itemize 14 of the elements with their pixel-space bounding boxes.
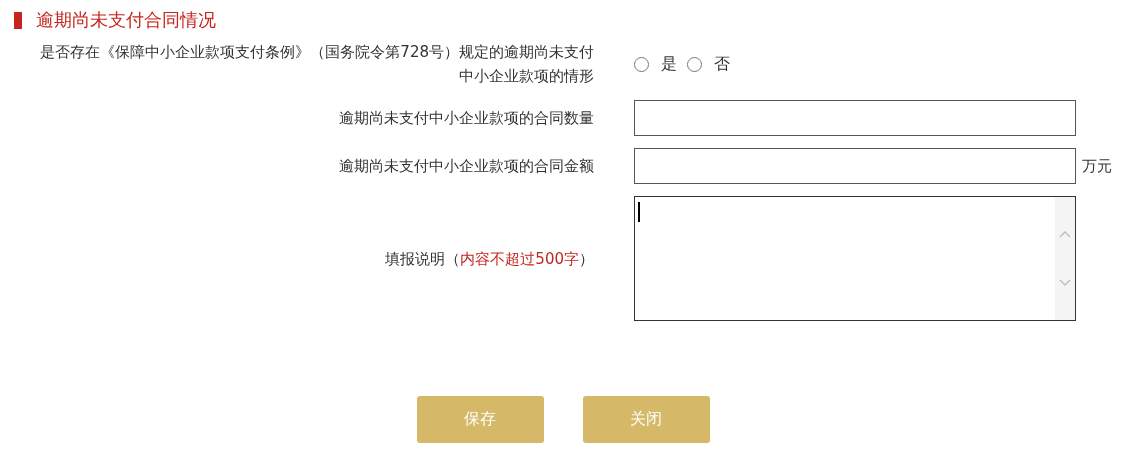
question-label: 是否存在《保障中小企业款项支付条例》（国务院令第728号）规定的逾期尚未支付中小企业款项的情形 (39, 42, 594, 87)
scroll-up-icon[interactable] (1059, 229, 1071, 238)
input-field[interactable] (634, 100, 1076, 136)
radio-label[interactable]: 是 (661, 53, 677, 75)
input-field[interactable] (634, 148, 1076, 184)
section-marker (14, 11, 22, 29)
field-label: 逾期尚未支付中小企业款项的合同金额 (338, 156, 594, 177)
note-label: 填报说明（内容不超过500字） (384, 248, 594, 270)
field-label: 逾期尚未支付中小企业款项的合同数量 (338, 108, 594, 129)
unit-label: 万元 (1082, 157, 1112, 175)
scroll-down-icon[interactable] (1059, 279, 1071, 288)
radio-label[interactable]: 否 (714, 53, 730, 75)
section-title: 逾期尚未支付合同情况 (36, 8, 216, 32)
text-area[interactable] (634, 196, 1076, 321)
